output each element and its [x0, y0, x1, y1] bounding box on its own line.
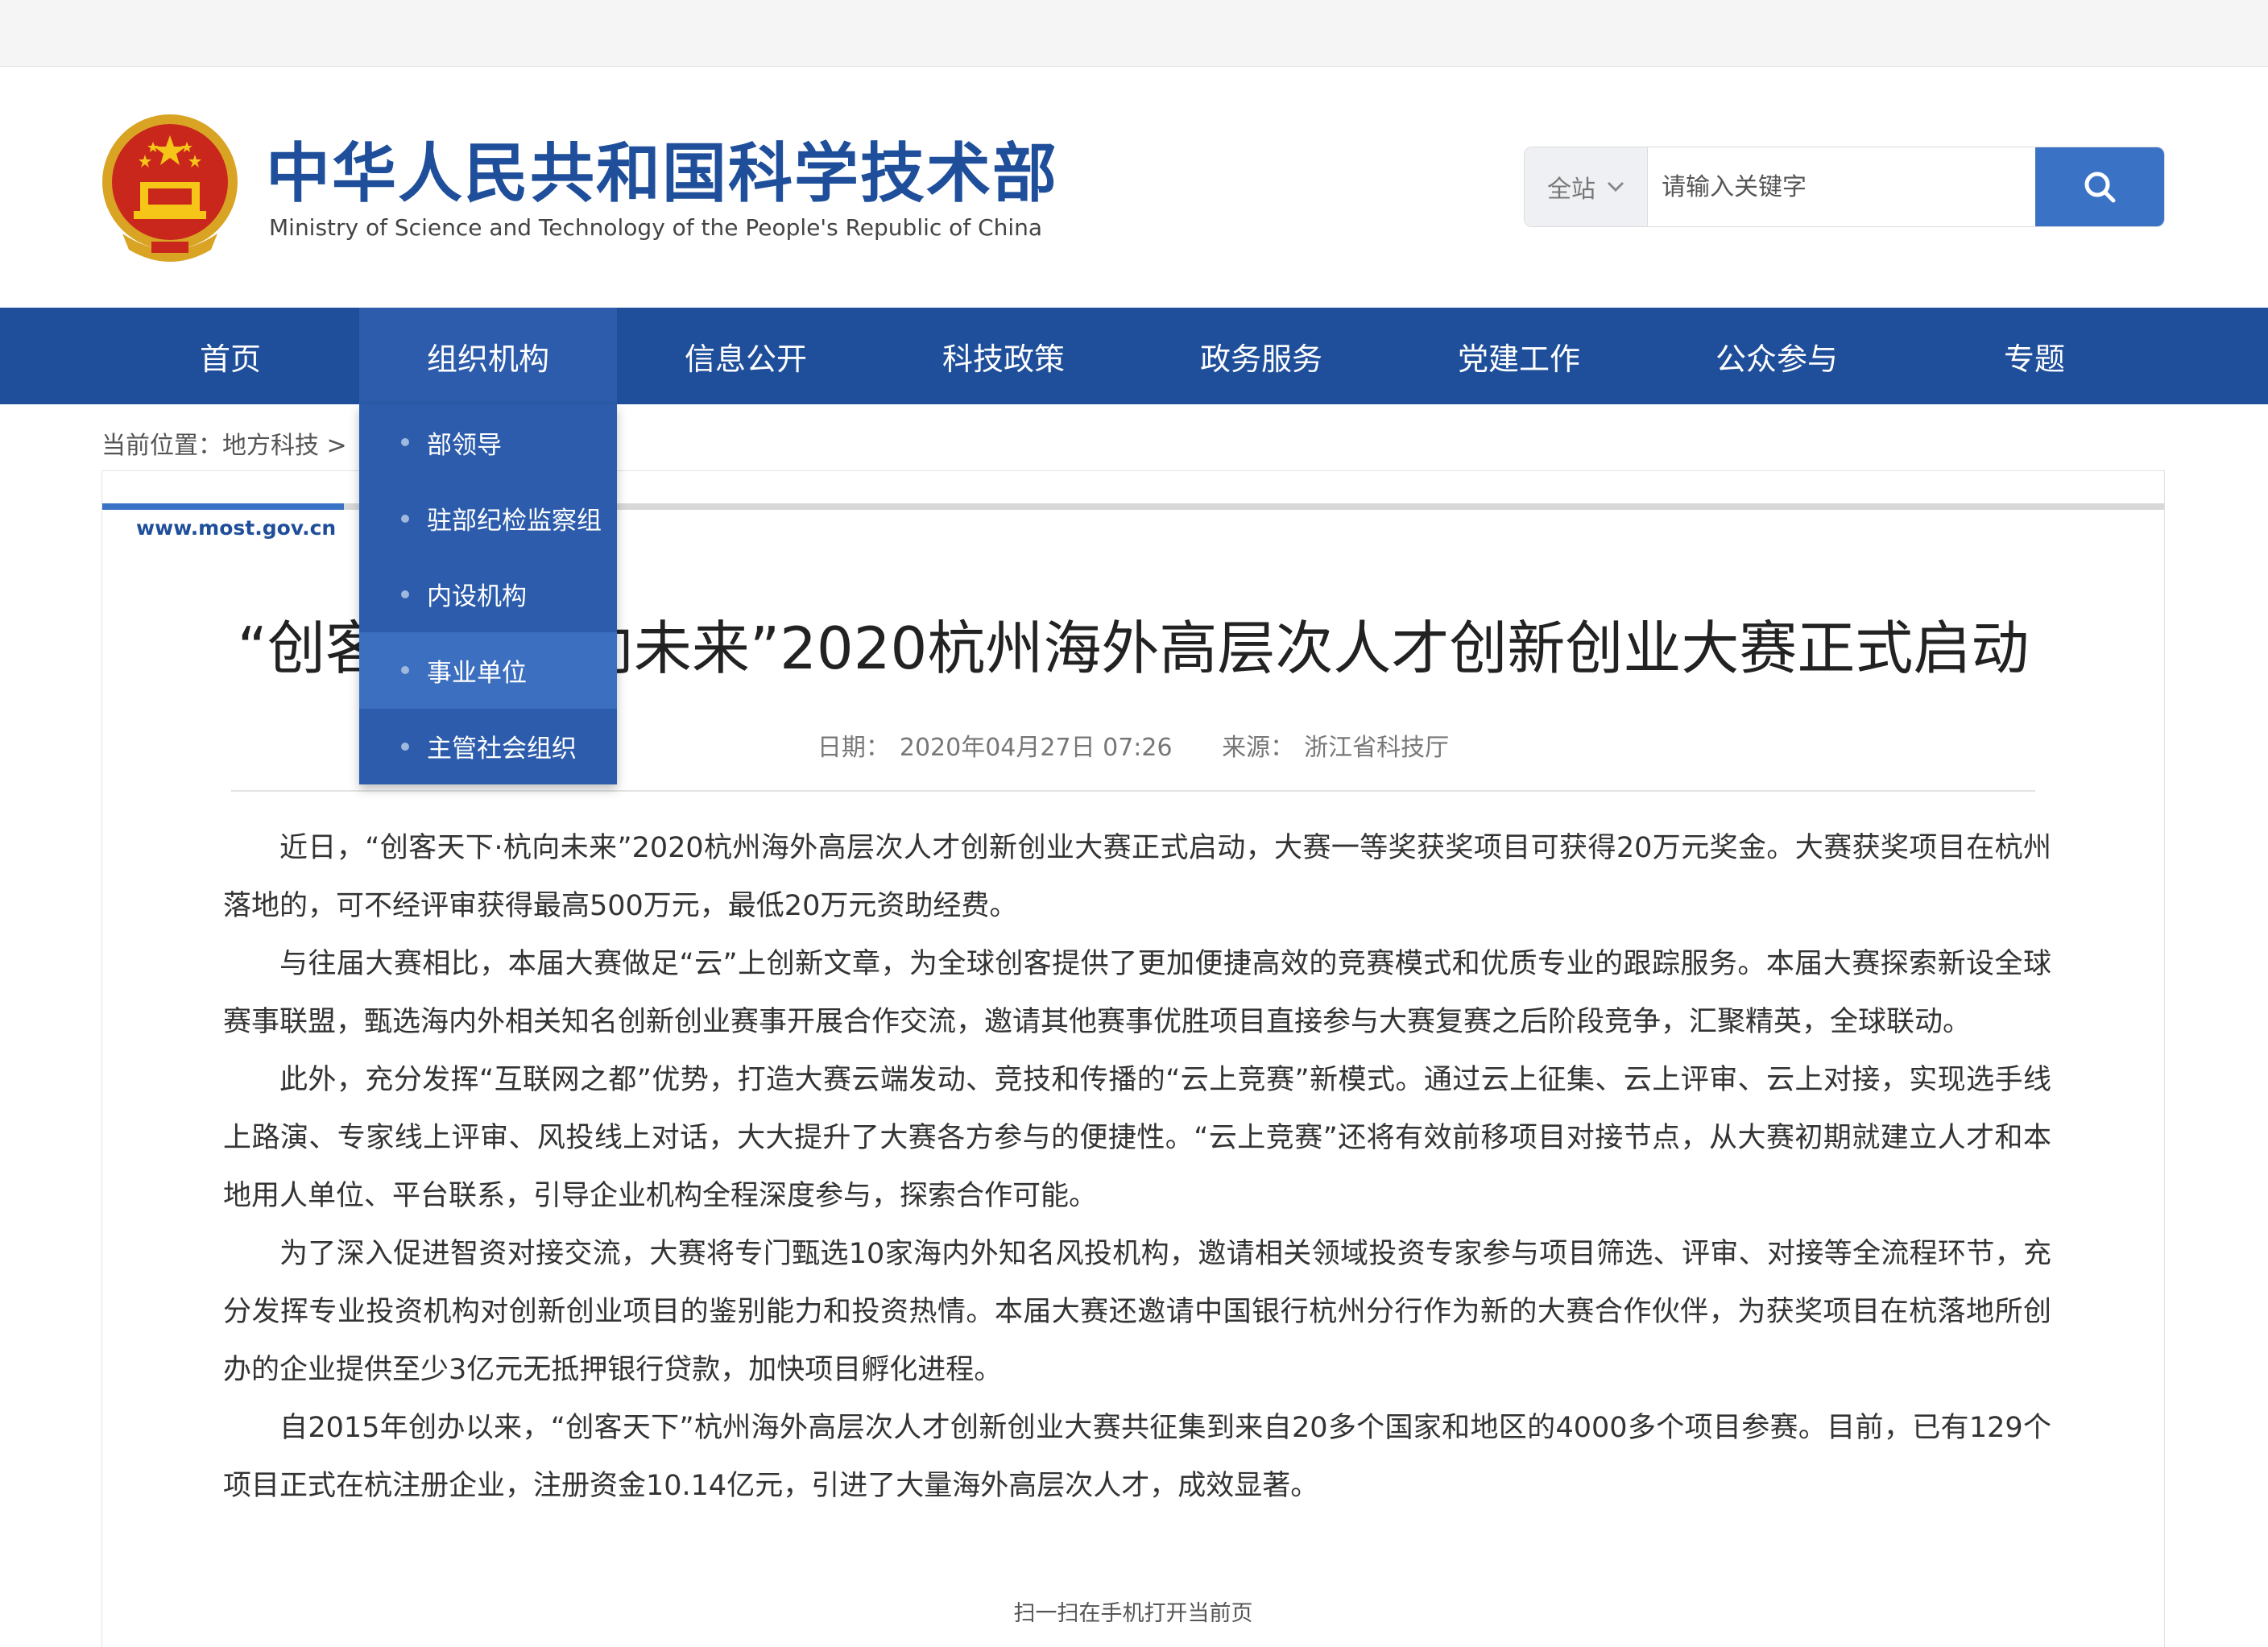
nav-item-topics[interactable]: 专题 [1906, 308, 2163, 404]
nav-item-gov-services[interactable]: 政务服务 [1132, 308, 1390, 404]
article-paragraph: 自2015年创办以来，“创客天下”杭州海外高层次人才创新创业大赛共征集到来自20… [223, 1412, 2051, 1502]
search-input[interactable] [1653, 147, 2040, 226]
dropdown-item-label: 事业单位 [427, 658, 527, 688]
chevron-down-icon [1607, 181, 1624, 192]
source-label: 来源： [1222, 734, 1295, 762]
frame-accent-bar [102, 503, 344, 510]
article-paragraph: 近日，“创客天下·杭向未来”2020杭州海外高层次人才创新创业大赛正式启动，大赛… [223, 832, 2051, 922]
date-label: 日期： [817, 734, 890, 762]
bullet-icon [401, 590, 409, 598]
article-paragraph: 为了深入促进智资对接交流，大赛将专门甄选10家海内外知名风投机构，邀请相关领域投… [223, 1238, 2051, 1386]
search-icon [2084, 172, 2116, 203]
dropdown-item-social-organizations[interactable]: 主管社会组织 [359, 709, 617, 784]
organization-dropdown-menu: 部领导 驻部纪检监察组 内设机构 事业单位 主管社会组织 [359, 404, 617, 784]
bullet-icon [401, 742, 409, 751]
dropdown-item-label: 驻部纪检监察组 [427, 507, 602, 536]
article-date: 2020年04月27日 07:26 [899, 734, 1173, 762]
article-paragraph: 与往届大赛相比，本届大赛做足“云”上创新文章，为全球创客提供了更加便捷高效的竞赛… [223, 948, 2051, 1038]
article-source: 浙江省科技厅 [1304, 734, 1450, 762]
search-scope-label: 全站 [1547, 176, 1595, 204]
qr-scan-note: 扫一扫在手机打开当前页 [1013, 1601, 1253, 1626]
title-divider [231, 790, 2035, 792]
nav-item-home[interactable]: 首页 [101, 308, 359, 404]
nav-item-party-building[interactable]: 党建工作 [1390, 308, 1648, 404]
article-paragraph: 此外，充分发挥“互联网之都”优势，打造大赛云端发动、竞技和传播的“云上竞赛”新模… [223, 1064, 2051, 1212]
search-bar: 全站 [1524, 147, 2165, 227]
breadcrumb[interactable]: 当前位置：地方科技 > [101, 425, 347, 461]
site-url-label: www.most.gov.cn [136, 516, 337, 540]
bullet-icon [401, 666, 409, 675]
article-body: 近日，“创客天下·杭向未来”2020杭州海外高层次人才创新创业大赛正式启动，大赛… [223, 819, 2051, 1515]
search-scope-select[interactable]: 全站 [1525, 147, 1648, 226]
dropdown-item-label: 主管社会组织 [427, 735, 577, 764]
nav-item-info-disclosure[interactable]: 信息公开 [617, 308, 875, 404]
top-utility-bar [0, 0, 2268, 67]
dropdown-item-public-institutions[interactable]: 事业单位 [359, 632, 617, 709]
dropdown-item-ministry-leaders[interactable]: 部领导 [359, 404, 617, 480]
national-emblem-icon [102, 114, 238, 262]
site-title[interactable]: 中华人民共和国科学技术部 [266, 135, 1058, 213]
nav-item-organization[interactable]: 组织机构 [359, 308, 617, 404]
dropdown-item-label: 部领导 [427, 430, 502, 460]
bullet-icon [401, 514, 409, 523]
nav-item-public-participation[interactable]: 公众参与 [1648, 308, 1906, 404]
main-nav: 首页 组织机构 信息公开 科技政策 政务服务 党建工作 公众参与 专题 [0, 308, 2268, 404]
nav-item-sci-policy[interactable]: 科技政策 [875, 308, 1132, 404]
site-subtitle: Ministry of Science and Technology of th… [269, 214, 1043, 241]
dropdown-item-discipline-inspection[interactable]: 驻部纪检监察组 [359, 480, 617, 556]
search-button[interactable] [2035, 147, 2164, 226]
dropdown-item-label: 内设机构 [427, 582, 527, 612]
bullet-icon [401, 438, 409, 447]
dropdown-item-internal-departments[interactable]: 内设机构 [359, 557, 617, 632]
